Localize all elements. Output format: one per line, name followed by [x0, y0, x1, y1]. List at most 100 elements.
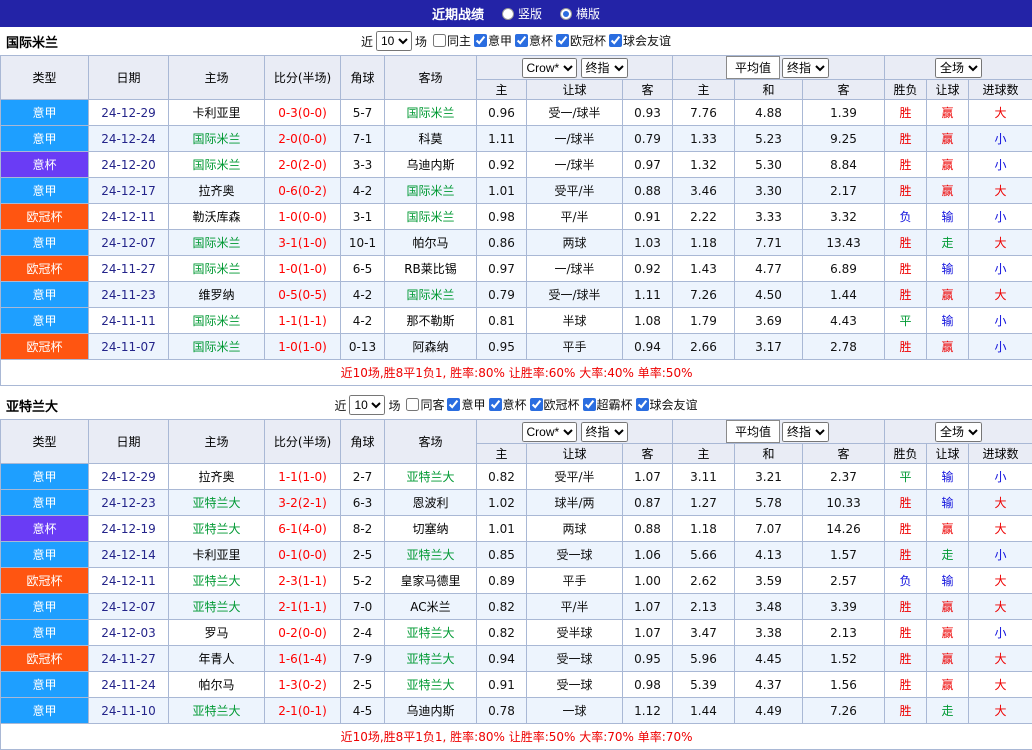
subcol-goals-result: 进球数: [969, 444, 1032, 464]
title-bar: 近期战绩 竖版 横版: [0, 0, 1032, 27]
match-row: 意甲24-12-23亚特兰大3-2(2-1)6-3恩波利1.02球半/两0.87…: [1, 490, 1032, 516]
avg-final-select[interactable]: 终指: [782, 58, 829, 78]
filter-label: 欧冠杯: [544, 396, 580, 413]
match-date: 24-12-11: [89, 204, 169, 230]
avg-draw-odds: 4.50: [735, 282, 803, 308]
recent-count-select[interactable]: 10: [376, 31, 412, 51]
filter-欧冠杯[interactable]: 欧冠杯: [530, 396, 580, 413]
filter-checkbox[interactable]: [583, 398, 596, 411]
average-odds-header: 平均值终指: [673, 420, 885, 444]
col-date: 日期: [89, 420, 169, 464]
filter-checkbox[interactable]: [609, 34, 622, 47]
corner-count: 6-5: [341, 256, 385, 282]
filter-checkbox[interactable]: [556, 34, 569, 47]
home-team: 罗马: [169, 620, 265, 646]
result-handicap: 赢: [927, 620, 969, 646]
filter-超霸杯[interactable]: 超霸杯: [583, 396, 633, 413]
result-header: 全场: [885, 420, 1032, 444]
home-team: 勒沃库森: [169, 204, 265, 230]
avg-home-odds: 5.66: [673, 542, 735, 568]
final-odds-select[interactable]: 终指: [581, 58, 628, 78]
result-outcome: 胜: [885, 256, 927, 282]
handicap-line: 两球: [527, 230, 623, 256]
filter-意杯[interactable]: 意杯: [489, 396, 527, 413]
avg-away-odds: 1.56: [803, 672, 885, 698]
recent-count-select[interactable]: 10: [349, 395, 385, 415]
radio-unchecked-icon[interactable]: [502, 8, 514, 20]
filter-球会友谊[interactable]: 球会友谊: [609, 32, 671, 49]
avg-draw-odds: 3.38: [735, 620, 803, 646]
filter-checkbox[interactable]: [447, 398, 460, 411]
avg-home-odds: 5.96: [673, 646, 735, 672]
filter-label: 球会友谊: [623, 32, 671, 49]
subcol-outcome: 胜负: [885, 444, 927, 464]
handicap-line: 两球: [527, 516, 623, 542]
subcol-home-odds: 主: [477, 444, 527, 464]
match-date: 24-11-11: [89, 308, 169, 334]
filter-checkbox[interactable]: [636, 398, 649, 411]
score: 2-0(2-0): [265, 152, 341, 178]
result-goals: 大: [969, 698, 1032, 724]
filter-同主[interactable]: 同主: [433, 32, 471, 49]
filter-checkbox[interactable]: [433, 34, 446, 47]
scope-select[interactable]: 全场: [935, 422, 982, 442]
matches-table: 类型 日期 主场 比分(半场) 角球 客场 Crow*终指 平均值终指 全场 主…: [0, 55, 1032, 386]
col-away: 客场: [385, 56, 477, 100]
handicap-away-odds: 1.08: [623, 308, 673, 334]
match-row: 意甲24-12-07国际米兰3-1(1-0)10-1帕尔马0.86两球1.031…: [1, 230, 1032, 256]
away-team: 那不勒斯: [385, 308, 477, 334]
average-box[interactable]: 平均值: [726, 56, 780, 79]
league-badge: 欧冠杯: [1, 256, 89, 282]
filter-球会友谊[interactable]: 球会友谊: [636, 396, 698, 413]
layout-horizontal-option[interactable]: 横版: [560, 5, 600, 22]
handicap-away-odds: 1.07: [623, 464, 673, 490]
avg-draw-odds: 4.49: [735, 698, 803, 724]
league-filter-group: 同主意甲意杯欧冠杯球会友谊: [430, 32, 671, 50]
away-team: 科莫: [385, 126, 477, 152]
filter-checkbox[interactable]: [489, 398, 502, 411]
filter-欧冠杯[interactable]: 欧冠杯: [556, 32, 606, 49]
avg-final-select[interactable]: 终指: [782, 422, 829, 442]
filter-label: 超霸杯: [597, 396, 633, 413]
avg-away-odds: 2.17: [803, 178, 885, 204]
avg-home-odds: 2.13: [673, 594, 735, 620]
away-team: 亚特兰大: [385, 646, 477, 672]
match-row: 欧冠杯24-12-11亚特兰大2-3(1-1)5-2皇家马德里0.89平手1.0…: [1, 568, 1032, 594]
match-row: 意甲24-12-24国际米兰2-0(0-0)7-1科莫1.11一/球半0.791…: [1, 126, 1032, 152]
home-team: 国际米兰: [169, 230, 265, 256]
corner-count: 4-2: [341, 282, 385, 308]
filter-checkbox[interactable]: [474, 34, 487, 47]
match-date: 24-11-27: [89, 256, 169, 282]
filter-意甲[interactable]: 意甲: [474, 32, 512, 49]
corner-count: 3-1: [341, 204, 385, 230]
away-team: 切塞纳: [385, 516, 477, 542]
filter-checkbox[interactable]: [515, 34, 528, 47]
team-name: 亚特兰大: [6, 396, 58, 415]
bookmaker-select[interactable]: Crow*: [522, 422, 577, 442]
avg-draw-odds: 4.77: [735, 256, 803, 282]
filter-checkbox[interactable]: [530, 398, 543, 411]
match-date: 24-12-20: [89, 152, 169, 178]
handicap-line: 半球: [527, 308, 623, 334]
corner-count: 2-4: [341, 620, 385, 646]
final-odds-select[interactable]: 终指: [581, 422, 628, 442]
radio-checked-icon[interactable]: [560, 8, 572, 20]
team-name: 国际米兰: [6, 32, 58, 51]
average-box[interactable]: 平均值: [726, 420, 780, 443]
result-handicap: 赢: [927, 516, 969, 542]
layout-vertical-option[interactable]: 竖版: [502, 5, 542, 22]
filter-checkbox[interactable]: [406, 398, 419, 411]
handicap-away-odds: 1.03: [623, 230, 673, 256]
match-date: 24-12-17: [89, 178, 169, 204]
bookmaker-select[interactable]: Crow*: [522, 58, 577, 78]
subcol-handicap: 让球: [527, 444, 623, 464]
handicap-away-odds: 1.12: [623, 698, 673, 724]
result-outcome: 负: [885, 204, 927, 230]
scope-select[interactable]: 全场: [935, 58, 982, 78]
filter-意杯[interactable]: 意杯: [515, 32, 553, 49]
subcol-goals-result: 进球数: [969, 80, 1032, 100]
avg-away-odds: 10.33: [803, 490, 885, 516]
filter-同客[interactable]: 同客: [406, 396, 444, 413]
filter-意甲[interactable]: 意甲: [447, 396, 485, 413]
league-badge: 意甲: [1, 230, 89, 256]
